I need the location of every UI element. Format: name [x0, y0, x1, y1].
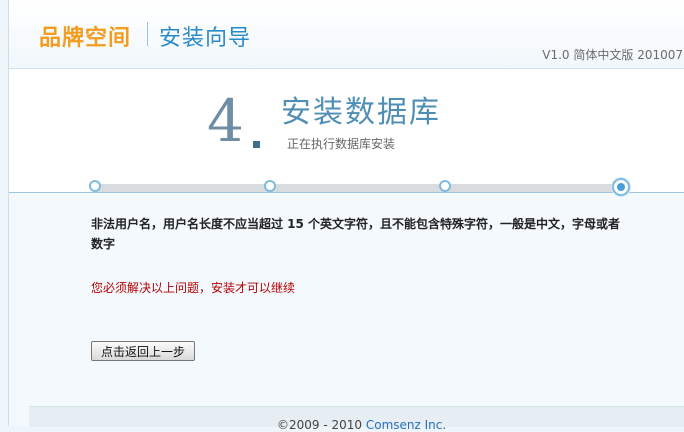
- step-number: 4: [207, 87, 244, 155]
- step-number-dot: [253, 141, 260, 148]
- error-message: 非法用户名，用户名长度不应当超过 15 个英文字符，且不能包含特殊字符，一般是中…: [91, 217, 621, 251]
- header: 品牌空间 安装向导 V1.0 简体中文版 201007: [9, 0, 684, 69]
- back-button[interactable]: 点击返回上一步: [91, 341, 195, 361]
- brand-logo: 品牌空间: [39, 26, 132, 51]
- progress-node-step-3: [439, 180, 451, 192]
- progress-node-step-4-current: [612, 178, 630, 196]
- install-window: 品牌空间 安装向导 V1.0 简体中文版 201007 4 安装数据库 正在执行…: [8, 0, 684, 432]
- progress-node-step-1: [89, 180, 101, 192]
- version-label: V1.0 简体中文版 201007: [542, 48, 683, 62]
- copyright-text: ©2009 - 2010: [277, 418, 366, 432]
- logo-divider: [147, 22, 148, 46]
- step-title: 安装数据库: [281, 95, 441, 130]
- step-subtitle: 正在执行数据库安装: [287, 137, 396, 151]
- wizard-title: 安装向导: [159, 26, 252, 51]
- footer-copyright: ©2009 - 2010 Comsenz Inc.: [277, 418, 446, 432]
- company-link[interactable]: Comsenz Inc.: [366, 418, 446, 432]
- progress-track: [95, 184, 623, 192]
- progress-node-step-2: [264, 180, 276, 192]
- step-banner: 4 安装数据库 正在执行数据库安装: [9, 69, 684, 196]
- warning-message: 您必须解决以上问题，安装才可以继续: [91, 281, 296, 295]
